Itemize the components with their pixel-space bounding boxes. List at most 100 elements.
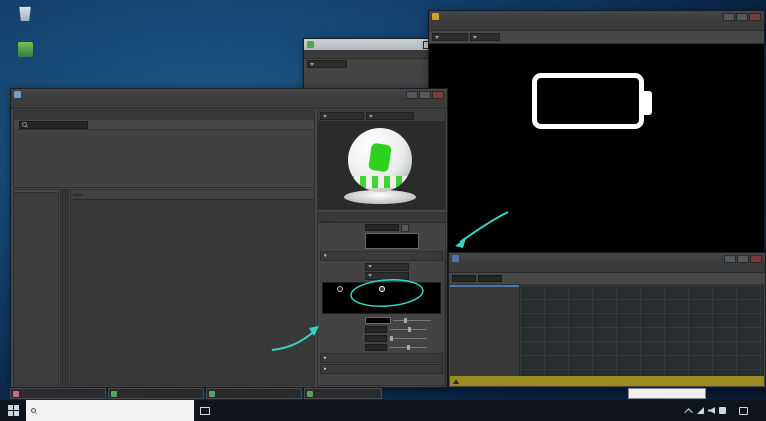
desktop-icon-maya-2018[interactable] xyxy=(4,42,46,58)
arnold-title-bar[interactable] xyxy=(429,11,764,22)
geometry-dropdown[interactable] xyxy=(366,112,414,120)
graph-editor-title-bar[interactable] xyxy=(449,253,765,264)
noise-freq-field[interactable] xyxy=(365,344,387,351)
slider-knob xyxy=(389,336,393,341)
selected-color-slider[interactable] xyxy=(393,318,431,323)
warning-bar xyxy=(450,376,764,386)
property-tab-row xyxy=(318,213,445,223)
maximize-button[interactable] xyxy=(736,12,748,21)
taskbar-tooltip xyxy=(628,388,706,399)
arnold-window-buttons xyxy=(723,12,761,21)
task-view-button[interactable] xyxy=(194,400,216,421)
outliner-item[interactable] xyxy=(450,287,519,289)
interpolation-row xyxy=(318,271,445,280)
minimized-window-battery-jpg[interactable] xyxy=(10,388,106,399)
selected-position-field[interactable] xyxy=(365,326,387,333)
section-arrow-icon: ▸ xyxy=(324,366,327,372)
graph-editor-menu-bar xyxy=(449,264,765,273)
material-browser-panel xyxy=(13,110,315,188)
aov-dropdown[interactable] xyxy=(432,33,468,41)
property-tab-opacityramp[interactable] xyxy=(320,221,334,222)
start-button[interactable] xyxy=(0,400,26,421)
desktop: ▾ ▸ ▸ xyxy=(0,0,766,421)
minimized-window-swang1-rig[interactable] xyxy=(108,388,204,399)
selected-position-slider[interactable] xyxy=(389,327,427,332)
slider-knob xyxy=(408,327,411,332)
minimize-button[interactable] xyxy=(724,254,736,263)
minimized-window-swang1-rig2[interactable] xyxy=(304,388,382,399)
minimized-window-swang1-v05[interactable] xyxy=(206,388,302,399)
taskbar xyxy=(0,400,766,421)
browser-toolbar xyxy=(14,120,314,130)
property-editor-panel: ▾ ▸ ▸ xyxy=(317,212,446,386)
shader-ball-checker-band xyxy=(348,176,412,188)
shield-icon[interactable] xyxy=(719,407,726,414)
maya-file-icon xyxy=(111,390,117,397)
battery-cell-3 xyxy=(591,83,610,119)
windows-logo-icon xyxy=(7,405,19,416)
hypershade-window: ▾ ▸ ▸ xyxy=(10,88,448,388)
ramp-attributes-section[interactable]: ▾ xyxy=(320,251,443,261)
hsv-color-noise-section[interactable]: ▸ xyxy=(320,353,443,363)
battery-cell-4 xyxy=(615,83,634,119)
frame-field[interactable] xyxy=(452,275,476,282)
action-center-button[interactable] xyxy=(734,406,752,415)
battery-cell-1 xyxy=(542,83,561,119)
hypershade-window-icon xyxy=(14,91,21,98)
ramp-handle-selected[interactable] xyxy=(379,286,386,292)
close-button[interactable] xyxy=(749,12,761,21)
battery-cell-2 xyxy=(566,83,585,119)
hypershade-title-bar[interactable] xyxy=(11,89,447,100)
search-input[interactable] xyxy=(29,122,85,127)
battery-terminal xyxy=(644,91,652,115)
selected-color-swatch[interactable] xyxy=(365,317,391,324)
taskbar-search-input[interactable] xyxy=(39,407,169,414)
node-editor-panel xyxy=(70,189,315,386)
selected-color-row xyxy=(318,316,445,325)
noise-row xyxy=(318,334,445,343)
maya-file-icon xyxy=(307,390,313,397)
maximize-button[interactable] xyxy=(737,254,749,263)
graph-curve-area[interactable] xyxy=(520,285,764,376)
network-icon[interactable] xyxy=(697,407,704,414)
type-dropdown[interactable] xyxy=(365,262,409,271)
noise-field[interactable] xyxy=(365,335,387,342)
minimize-button[interactable] xyxy=(723,12,735,21)
camera-dropdown[interactable] xyxy=(470,33,500,41)
close-button[interactable] xyxy=(750,254,762,263)
maya-file-icon xyxy=(209,390,215,397)
noise-freq-slider[interactable] xyxy=(389,345,427,350)
ramp-name-field[interactable] xyxy=(365,224,399,231)
volume-icon[interactable] xyxy=(708,407,715,414)
system-tray xyxy=(681,400,766,421)
taskbar-spacer xyxy=(216,400,681,421)
tray-expand-icon[interactable] xyxy=(684,407,693,417)
hypershade-side-toolbar xyxy=(60,189,69,386)
ramp-name-row xyxy=(318,223,445,232)
taskbar-search[interactable] xyxy=(26,400,194,421)
texture-sample-row xyxy=(318,232,445,250)
browser-search[interactable] xyxy=(19,120,88,129)
renderer-dropdown[interactable] xyxy=(320,112,364,120)
ramp-handle[interactable] xyxy=(337,286,344,292)
interpolation-dropdown[interactable] xyxy=(365,271,409,280)
presets-button[interactable] xyxy=(401,223,409,232)
maya-app-icon xyxy=(17,42,33,57)
node-canvas[interactable] xyxy=(71,200,314,386)
node-wires xyxy=(71,200,314,386)
desktop-icon-recycle-bin[interactable] xyxy=(4,5,46,22)
minimize-button[interactable] xyxy=(406,90,418,99)
value-field[interactable] xyxy=(478,275,502,282)
close-button[interactable] xyxy=(432,90,444,99)
hypershade-window-buttons xyxy=(406,90,444,99)
swatch-row-2 xyxy=(14,131,314,132)
maya-window-icon xyxy=(307,41,314,48)
menu-set-dropdown[interactable] xyxy=(307,60,347,68)
color-balance-section[interactable]: ▸ xyxy=(320,364,443,374)
shader-ball-green-patch xyxy=(368,142,392,173)
selected-position-row xyxy=(318,325,445,334)
noise-slider[interactable] xyxy=(389,336,427,341)
ramp-preview[interactable] xyxy=(322,282,441,314)
maximize-button[interactable] xyxy=(419,90,431,99)
node-editor-tab[interactable] xyxy=(73,193,83,196)
